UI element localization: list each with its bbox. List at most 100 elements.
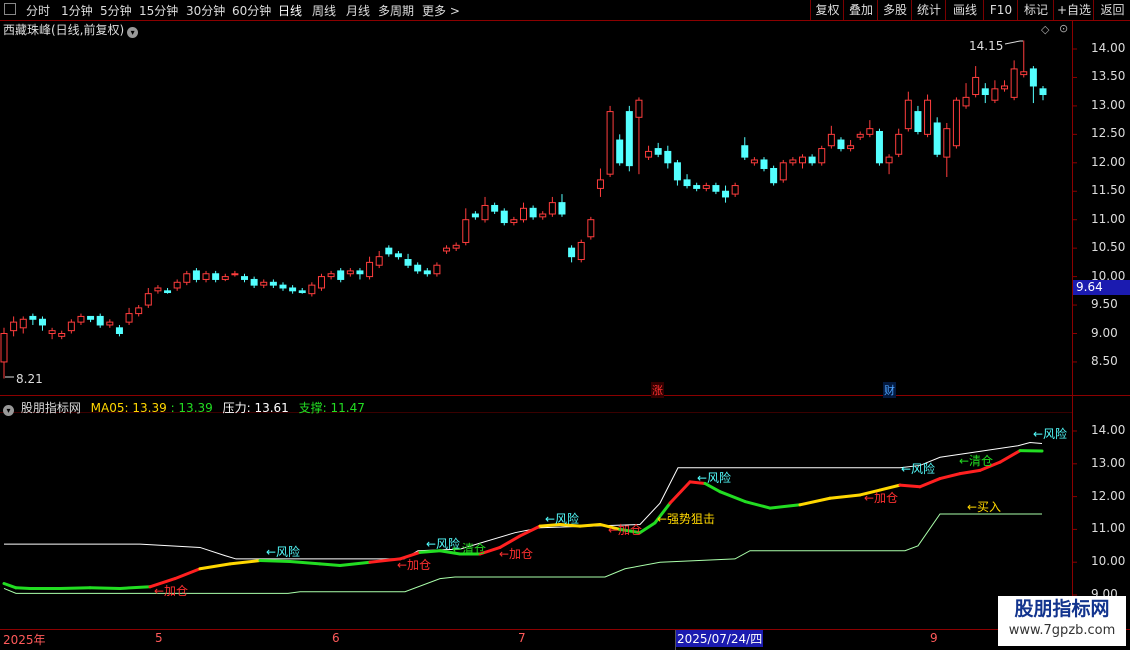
ma05-segment: [743, 500, 772, 510]
ma05-segment: [258, 559, 292, 564]
candle-body: [568, 247, 576, 258]
ma05-segment: [2, 582, 18, 590]
candle-body: [471, 213, 479, 218]
candle-body: [645, 150, 653, 158]
candle-body: [548, 202, 556, 215]
candle-body: [702, 185, 710, 189]
ma05-segment: [718, 490, 747, 504]
ma05-segment: [798, 496, 832, 507]
price-tick-label: 11.00: [1091, 211, 1126, 226]
candle-body: [895, 133, 903, 155]
candle-body: [1010, 68, 1018, 98]
candle-body: [269, 281, 277, 286]
candle-body: [1001, 85, 1009, 90]
candle-body: [904, 99, 912, 130]
signal-snipe: ←强势狙击: [657, 512, 716, 526]
chevron-down-icon[interactable]: ▾: [3, 405, 14, 416]
date-label: 7: [518, 631, 526, 645]
candle-body: [0, 333, 8, 363]
candle-body: [241, 276, 249, 280]
candle-body: [981, 88, 989, 96]
candle-body: [452, 244, 460, 249]
candle-body: [731, 185, 739, 195]
signal-add: ←加仓: [499, 547, 534, 561]
ma-label: MA05:: [90, 401, 129, 415]
price-tick-label: 11.50: [1091, 183, 1126, 198]
stock-title[interactable]: 西藏珠峰(日线,前复权) ▾: [3, 21, 139, 38]
signal-clear: ←清仓: [959, 454, 994, 468]
candle-body: [520, 207, 527, 221]
low-price-label: 8.21: [16, 372, 43, 386]
candle-body: [693, 185, 701, 189]
signal-risk: ←风险: [1033, 427, 1068, 441]
indicator-name: 股朋指标网: [20, 401, 81, 415]
candle-body: [308, 284, 316, 295]
circle-chevron-icon[interactable]: ⊙: [1059, 22, 1068, 35]
indicator-tick-label: 13.00: [1091, 455, 1126, 470]
candle-body: [1039, 88, 1047, 96]
signal-risk: ←风险: [901, 462, 936, 476]
ma05-segment: [228, 559, 262, 566]
candle-body: [289, 287, 297, 292]
candle-body: [67, 321, 75, 332]
ma05-segment: [918, 477, 942, 489]
candle-body: [154, 287, 162, 292]
signal-risk: ←风险: [697, 471, 732, 485]
marker-cai[interactable]: 财: [883, 382, 896, 398]
candle-body: [346, 270, 354, 275]
price-tick-label: 13.50: [1091, 69, 1126, 84]
ma05-segment: [938, 472, 962, 481]
candle-body: [539, 213, 547, 218]
candle-body: [798, 156, 806, 164]
candle-body: [818, 148, 826, 164]
indicator-header: ▾ 股朋指标网 MA05: 13.39 : 13.39 压力: 13.61 支撑…: [3, 399, 365, 416]
candle-body: [375, 256, 383, 266]
candle-body: [183, 273, 191, 283]
candle-body: [96, 315, 104, 326]
candle-body: [616, 139, 624, 164]
candle-body: [673, 162, 681, 181]
price-tick-label: 8.50: [1091, 353, 1118, 368]
candle-body: [173, 281, 181, 289]
candle-body: [144, 293, 152, 306]
signal-risk: ←风险: [545, 512, 580, 526]
candle-body: [722, 190, 730, 198]
high-price-label: 14.15: [969, 39, 1004, 53]
candle-body: [1020, 71, 1028, 76]
candle-body: [991, 88, 999, 101]
marker-zhang[interactable]: 涨: [651, 382, 664, 398]
signal-add: ←加仓: [397, 558, 432, 572]
indicator-tick-label: 10.00: [1091, 554, 1126, 569]
signal-add: ←加仓: [608, 523, 643, 537]
candle-body: [317, 276, 325, 289]
candle-body: [789, 159, 797, 164]
candle-body: [106, 321, 114, 326]
ma05-segment: [88, 586, 122, 590]
candle-body: [625, 111, 633, 167]
candle-body: [558, 202, 566, 215]
candle-body: [770, 167, 778, 184]
price-tick-label: 12.00: [1091, 154, 1126, 169]
date-label: 5: [155, 631, 163, 645]
candle-body: [298, 290, 306, 294]
date-label: 2025年: [3, 633, 46, 647]
candle-body: [654, 148, 662, 155]
diamond-icon[interactable]: ◇: [1041, 23, 1049, 36]
pressure-label: 压力: 13.61: [222, 401, 289, 415]
candle-body: [779, 162, 787, 181]
candle-body: [933, 122, 941, 155]
ma05-segment: [958, 468, 982, 476]
candle-body: [500, 210, 508, 224]
indicator-tick-label: 12.00: [1091, 488, 1126, 503]
candle-body: [327, 273, 335, 278]
candle-body: [125, 313, 133, 323]
candle-body: [952, 99, 960, 147]
candle-body: [635, 99, 643, 118]
high-pointer: [1004, 40, 1023, 45]
candle-body: [433, 264, 441, 275]
candle-body: [856, 133, 864, 138]
ma05-segment: [578, 522, 602, 528]
candle-body: [202, 273, 210, 280]
chevron-down-icon[interactable]: ▾: [127, 27, 139, 38]
ma05-segment: [198, 562, 232, 571]
